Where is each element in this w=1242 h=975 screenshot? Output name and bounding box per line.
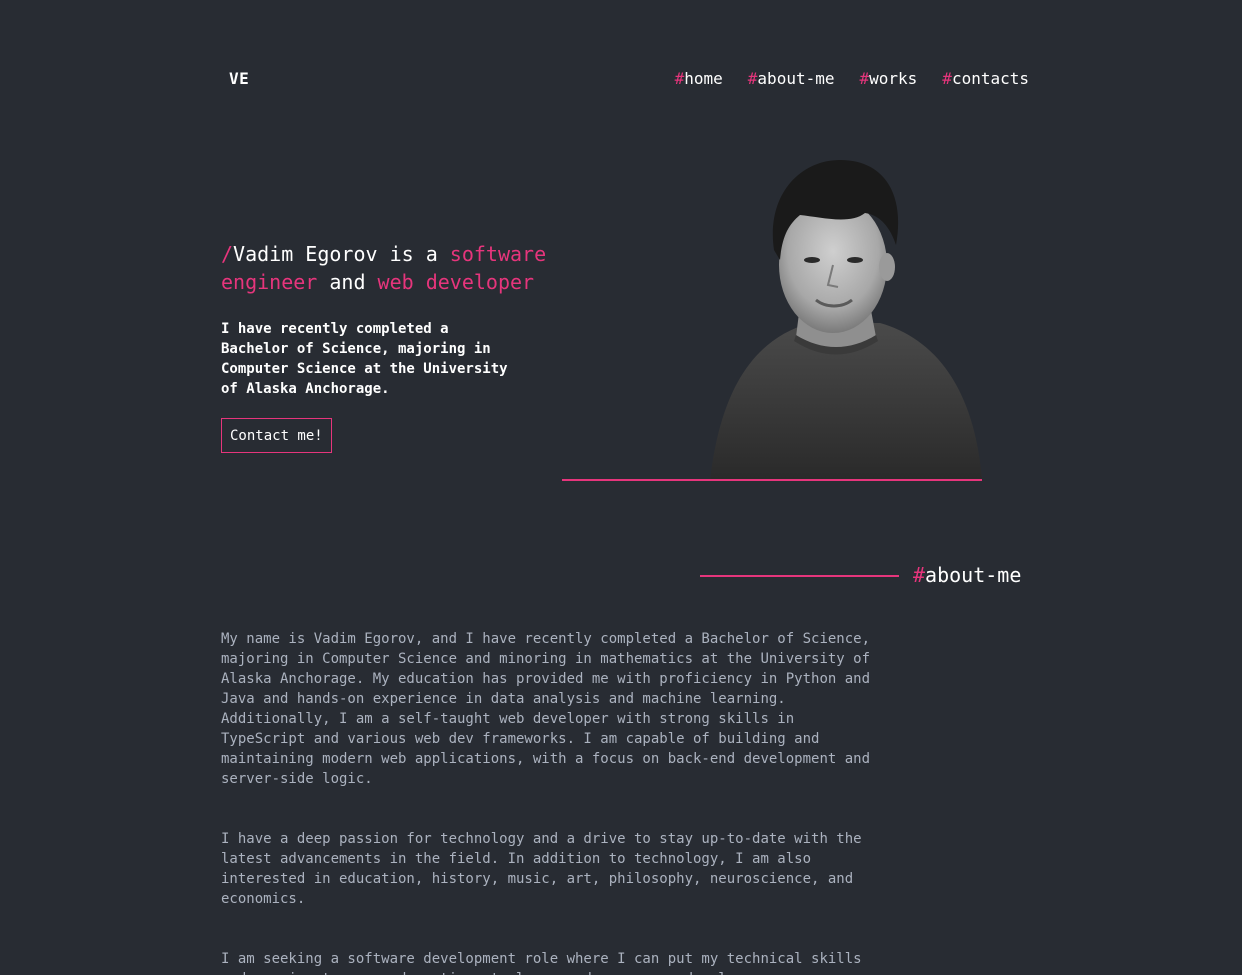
hero-title: /Vadim Egorov is a software engineer and… [221,240,581,296]
hero-role-web-developer: web developer [377,270,535,294]
hero-and: and [317,270,378,294]
about-paragraph-2: I have a deep passion for technology and… [221,831,862,907]
about-me-heading: #about-me [913,563,1022,587]
about-heading-line [700,575,899,577]
nav-contacts[interactable]: #contacts [942,69,1029,88]
hero-slash: / [221,242,234,266]
hero-description: I have recently completed a Bachelor of … [221,321,508,397]
hero-name: Vadim Egorov is a [233,242,450,266]
portrait-underline [562,479,982,481]
about-paragraph-1: My name is Vadim Egorov, and I have rece… [221,631,871,787]
nav-about-me[interactable]: #about-me [748,69,835,88]
main-nav: #home #about-me #works #contacts [675,69,1029,88]
portfolio-page: VE #home #about-me #works #contacts /Vad… [0,0,1242,975]
portrait-image [700,155,990,480]
about-paragraph-3: I am seeking a software development role… [221,951,862,975]
contact-me-button[interactable]: Contact me! [221,418,332,453]
logo[interactable]: VE [229,69,249,88]
nav-home[interactable]: #home [675,69,723,88]
nav-works[interactable]: #works [859,69,917,88]
